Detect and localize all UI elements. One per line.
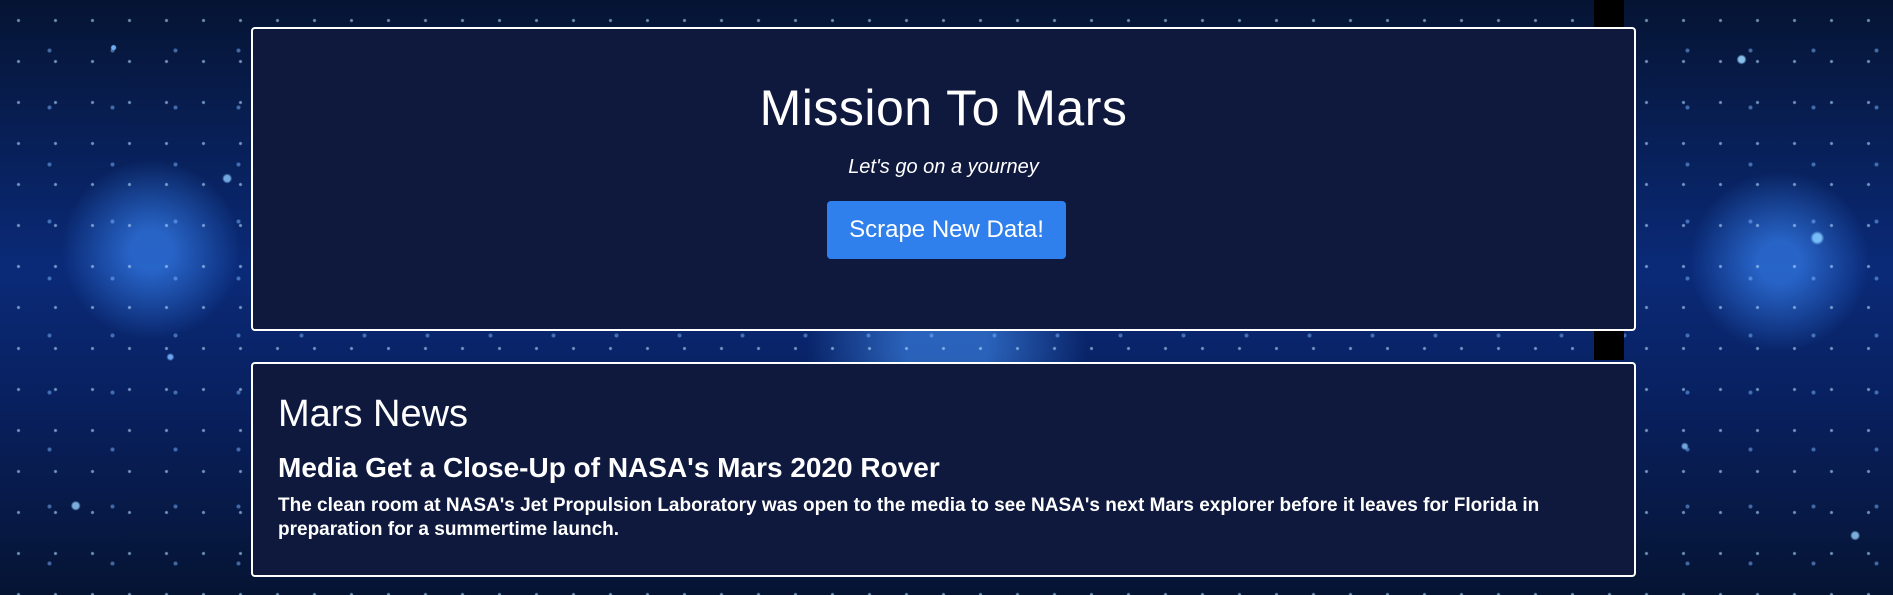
page-title: Mission To Mars [759,80,1128,136]
jumbotron-header: Mission To Mars Let's go on a yourney Sc… [251,27,1636,331]
section-heading: Mars News [278,393,469,435]
news-article-title: Media Get a Close-Up of NASA's Mars 2020… [278,451,940,483]
scrape-new-data-button[interactable]: Scrape New Data! [827,201,1066,259]
news-article-paragraph: The clean room at NASA's Jet Propulsion … [278,494,1540,540]
tagline: Let's go on a yourney [848,156,1039,178]
mars-news-section: Mars News Media Get a Close-Up of NASA's… [251,362,1636,577]
